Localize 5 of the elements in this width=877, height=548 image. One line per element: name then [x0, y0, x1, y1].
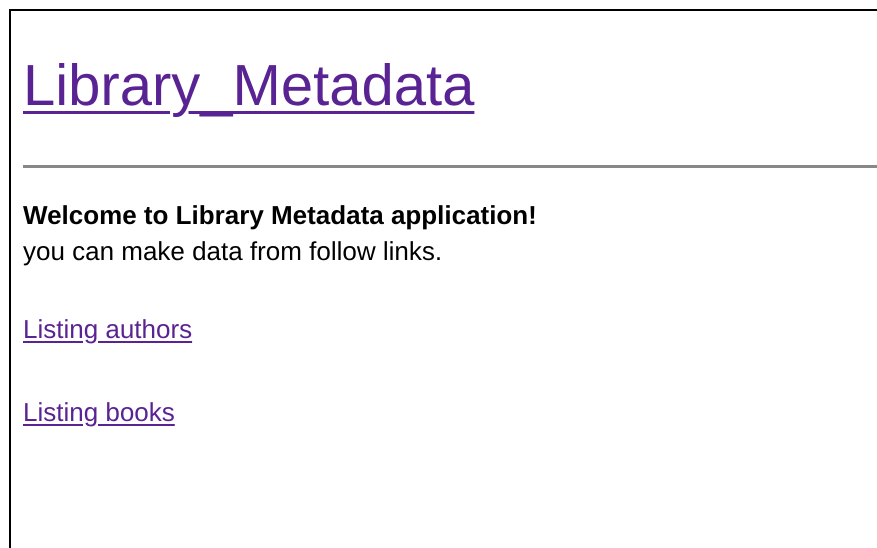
nav-link[interactable]: Listing books: [23, 397, 175, 427]
title-link[interactable]: Library_Metadata: [23, 51, 474, 121]
nav-link[interactable]: Listing authors: [23, 314, 192, 344]
welcome-heading: Welcome to Library Metadata application!: [23, 199, 538, 232]
intro-text: you can make data from follow links.: [23, 235, 444, 268]
